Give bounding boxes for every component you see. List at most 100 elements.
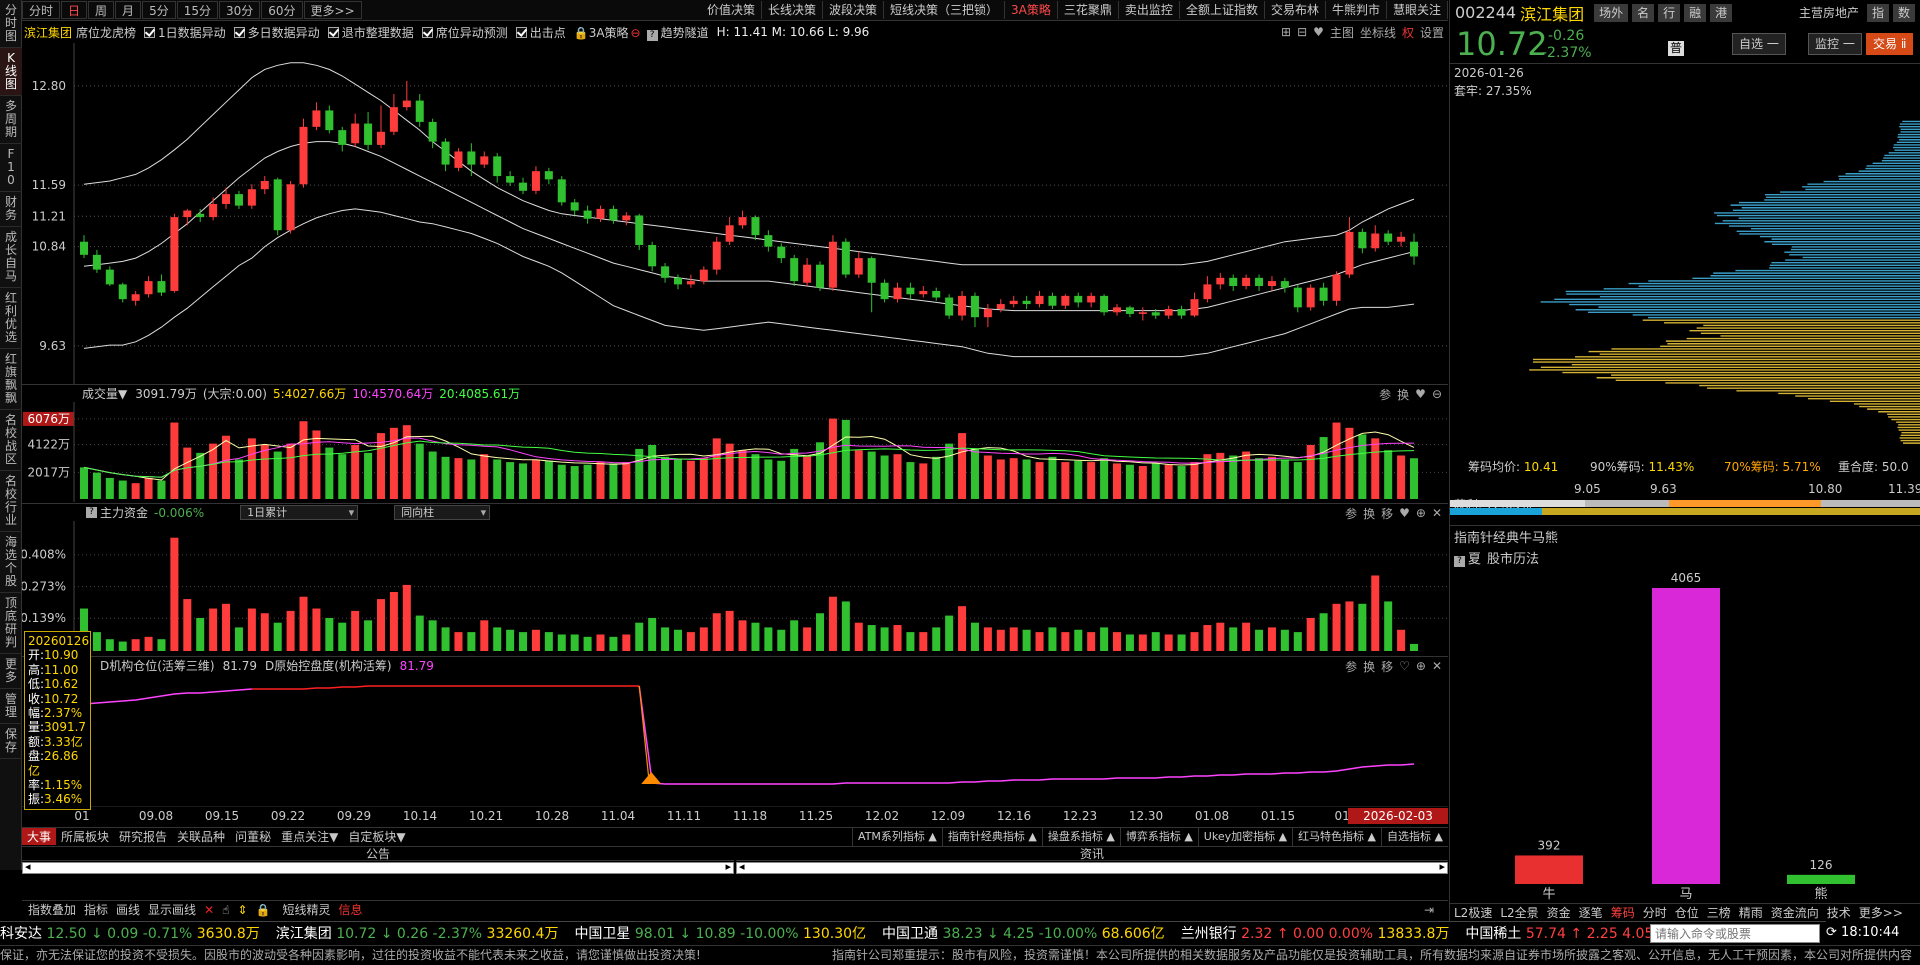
- indicator-tab[interactable]: 博弈系指标 ▲: [1119, 828, 1198, 846]
- index-overlay-button[interactable]: 指数叠加: [28, 901, 76, 918]
- period-tab[interactable]: 分时: [22, 1, 61, 19]
- footer-tab[interactable]: 筹码: [1607, 904, 1639, 921]
- flow-mode-select[interactable]: 同向柱: [394, 505, 491, 520]
- param-button[interactable]: 参: [1345, 505, 1357, 522]
- indicator-tab[interactable]: 自选指标 ▲: [1381, 828, 1448, 846]
- left-tab[interactable]: 海选个股: [0, 532, 22, 593]
- ticker-item[interactable]: 中国卫通 38.23 ↓ 4.25 -10.00% 68.606亿: [882, 926, 1165, 942]
- footer-tab[interactable]: 更多>>: [1855, 904, 1907, 921]
- candlestick-chart[interactable]: 12.80 11.59 11.21 10.84 9.63: [22, 43, 1448, 384]
- ticker-item[interactable]: 中国卫星 98.01 ↓ 10.89 -10.00% 130.30亿: [574, 926, 866, 942]
- switch-button[interactable]: 换: [1397, 386, 1409, 403]
- trade-button[interactable]: 交易 ⅱ: [1866, 33, 1914, 55]
- stock-tag[interactable]: 名: [1632, 3, 1655, 22]
- heart-icon[interactable]: ♥: [1313, 25, 1324, 39]
- strategy-tab[interactable]: 长线决策: [762, 1, 824, 19]
- settings-button[interactable]: 设置: [1420, 24, 1444, 41]
- seat-label[interactable]: 席位龙虎榜: [76, 24, 136, 41]
- add-icon[interactable]: ⊞: [1281, 25, 1291, 39]
- left-tab[interactable]: 顶底研判: [0, 593, 22, 654]
- left-tab[interactable]: 更多: [0, 654, 22, 689]
- switch-button[interactable]: 换: [1363, 505, 1375, 522]
- bottom-tab[interactable]: 研究报告: [114, 828, 172, 845]
- expand-icon[interactable]: ⇥: [1424, 903, 1434, 917]
- show-lines-button[interactable]: 显示画线: [148, 901, 196, 918]
- checkbox-box[interactable]: [421, 26, 433, 38]
- strategy-tab[interactable]: 3A策略: [1005, 1, 1058, 19]
- left-tab[interactable]: F10: [0, 144, 22, 192]
- data-checkbox[interactable]: 退市整理数据: [327, 24, 414, 41]
- refresh-icon[interactable]: ⟳: [1826, 925, 1837, 940]
- stock-tag[interactable]: 场外: [1594, 3, 1629, 22]
- hand-icon[interactable]: ☝: [222, 903, 229, 917]
- volume-chart[interactable]: 6076万 4122万 2017万: [22, 402, 1448, 502]
- scroll-left-icon[interactable]: ◂: [739, 860, 745, 873]
- heart-icon[interactable]: ♥: [1415, 387, 1426, 401]
- data-checkbox[interactable]: 出击点: [515, 24, 566, 41]
- stock-tag[interactable]: 数: [1892, 3, 1915, 22]
- close-icon[interactable]: ✕: [1432, 506, 1442, 520]
- left-tab[interactable]: K线图: [0, 48, 22, 96]
- param-button[interactable]: 参: [1379, 386, 1391, 403]
- bottom-tab[interactable]: 重点关注▼: [276, 828, 343, 845]
- stock-tag[interactable]: 行: [1658, 3, 1681, 22]
- news-header[interactable]: 资讯: [736, 847, 1448, 861]
- left-tab[interactable]: 成长自马: [0, 227, 22, 288]
- scroll-right-icon[interactable]: ▸: [1439, 860, 1445, 873]
- strategy-tab[interactable]: 慧眼关注: [1387, 1, 1448, 19]
- strategy-tab[interactable]: 波段决策: [823, 1, 885, 19]
- trend-tunnel-label[interactable]: ? 趋势隧道: [646, 24, 709, 41]
- short-elf-button[interactable]: 短线精灵: [282, 901, 330, 918]
- strategy-tab[interactable]: 短线决策（三把锁）: [884, 1, 1006, 19]
- stock-tag[interactable]: 指: [1866, 3, 1889, 22]
- heart-icon[interactable]: ♥: [1399, 506, 1410, 520]
- left-tab[interactable]: 财务: [0, 192, 22, 227]
- strategy-tab[interactable]: 价值决策: [701, 1, 762, 19]
- volume-title[interactable]: 成交量▼: [82, 385, 127, 402]
- news-scrollbar[interactable]: ◂ ▸: [736, 860, 1448, 874]
- bottom-tab[interactable]: 自定板块▼: [343, 828, 410, 845]
- left-tab[interactable]: 名校行业: [0, 471, 22, 532]
- left-tab[interactable]: 多周期: [0, 96, 22, 144]
- flow-period-select[interactable]: 1日累计: [240, 505, 359, 520]
- footer-tab[interactable]: 资金流向: [1767, 904, 1823, 921]
- ann-scrollbar[interactable]: ◂ ▸: [22, 860, 734, 874]
- switch-button[interactable]: 换: [1363, 658, 1375, 675]
- monitor-button[interactable]: 监控 一: [1808, 33, 1862, 55]
- indicator-tab[interactable]: 指南针经典指标 ▲: [941, 828, 1042, 846]
- strategy-tab[interactable]: 牛熊判市: [1326, 1, 1387, 19]
- stock-tag[interactable]: 融: [1684, 3, 1707, 22]
- close-icon[interactable]: ✕: [1432, 659, 1442, 673]
- checkbox-box[interactable]: [515, 26, 527, 38]
- data-checkbox[interactable]: 席位异动预测: [421, 24, 508, 41]
- arrows-icon[interactable]: ⇕: [237, 903, 247, 917]
- indicator-button[interactable]: 指标: [84, 901, 108, 918]
- footer-tab[interactable]: 逐笔: [1575, 904, 1607, 921]
- checkbox-box[interactable]: [144, 26, 156, 38]
- command-input[interactable]: [1650, 924, 1820, 943]
- left-tab[interactable]: 保存: [0, 724, 22, 759]
- period-tab[interactable]: 周: [88, 1, 115, 19]
- stock-tag[interactable]: 港: [1710, 3, 1733, 22]
- zoom-icon[interactable]: ⊖: [1432, 387, 1442, 401]
- data-checkbox[interactable]: 1日数据异动: [144, 24, 226, 41]
- checkbox-box[interactable]: [233, 26, 245, 38]
- ticker-item[interactable]: 科安达 12.50 ↓ 0.09 -0.71% 3630.8万: [0, 926, 260, 942]
- footer-tab[interactable]: 精雨: [1735, 904, 1767, 921]
- institution-chart[interactable]: [22, 674, 1448, 807]
- footer-tab[interactable]: L2全景: [1496, 904, 1542, 921]
- footer-tab[interactable]: L2极速: [1450, 904, 1496, 921]
- flow-chart[interactable]: 0.408% 0.273% 0.139%: [22, 521, 1448, 654]
- period-tab[interactable]: 更多>>: [303, 1, 362, 19]
- indicator-tab[interactable]: Ukey加密指标 ▲: [1197, 828, 1292, 846]
- footer-tab[interactable]: 分时: [1639, 904, 1671, 921]
- ticker-item[interactable]: 兰州银行 2.32 ↑ 0.00 0.00% 13833.8万: [1181, 926, 1450, 942]
- bottom-tab[interactable]: 关联品种: [172, 828, 230, 845]
- indicator-tab[interactable]: ATM系列指标 ▲: [852, 828, 942, 846]
- checkbox-box[interactable]: [327, 26, 339, 38]
- period-tab[interactable]: 15分: [176, 1, 218, 19]
- info-button[interactable]: 信息: [338, 901, 362, 918]
- chip-distribution-chart[interactable]: [1450, 96, 1920, 452]
- rights-button[interactable]: 权: [1402, 24, 1414, 41]
- bottom-tab[interactable]: 问董秘: [230, 828, 276, 845]
